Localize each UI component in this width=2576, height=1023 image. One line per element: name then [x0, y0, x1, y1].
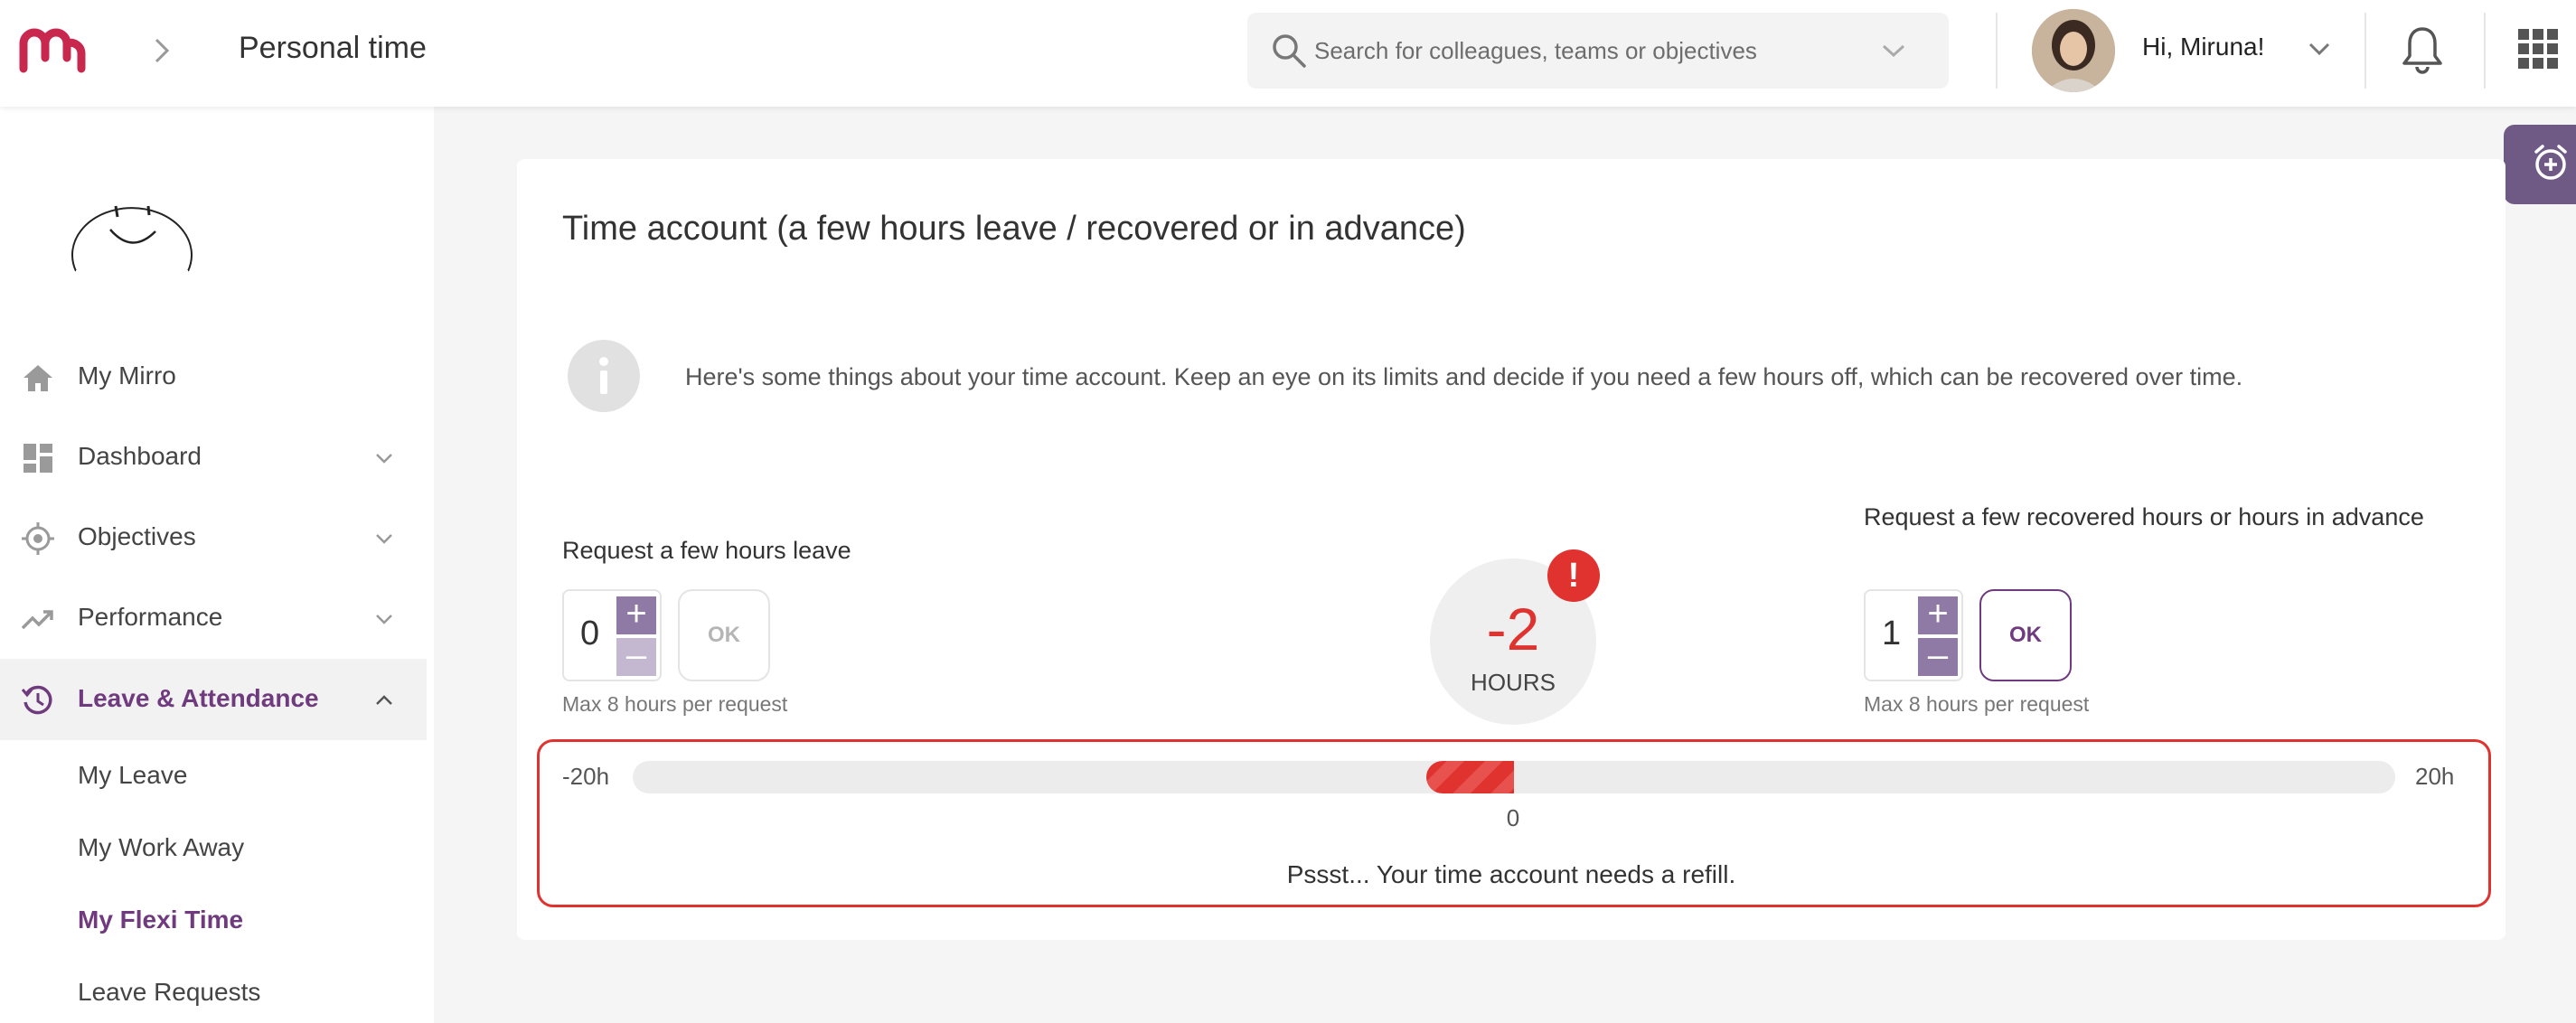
chevron-down-icon[interactable] [2307, 40, 2332, 58]
sidebar-item-label: Leave & Attendance [78, 684, 319, 712]
search-input[interactable] [1314, 31, 1857, 70]
stepper-value: 1 [1882, 615, 1902, 652]
chevron-up-icon [376, 695, 392, 705]
sidebar-item-label: Objectives [78, 522, 196, 550]
mirro-logo-icon[interactable] [18, 27, 87, 74]
card-title: Time account (a few hours leave / recove… [562, 210, 1466, 248]
sidebar-subitem-my-leave[interactable]: My Leave [78, 761, 187, 790]
chevron-down-icon [376, 454, 392, 464]
info-icon [568, 340, 640, 412]
company-logo [71, 205, 193, 272]
sidebar-item-objectives[interactable]: Objectives [0, 497, 427, 578]
sidebar-item-leave-attendance[interactable]: Leave & Attendance [0, 659, 427, 740]
chevron-down-icon [376, 615, 392, 624]
max-hours-hint: Max 8 hours per request [1864, 692, 2090, 716]
sidebar: My Mirro Dashboard Objectives Performanc [0, 107, 434, 1023]
range-max-label: 20h [2415, 763, 2455, 790]
increment-button[interactable]: + [616, 596, 656, 634]
balance-value: -2 [1486, 596, 1540, 662]
apps-grid-icon[interactable] [2518, 29, 2558, 69]
ok-button-leave[interactable]: OK [678, 589, 770, 681]
balance-fill [1425, 761, 1514, 793]
search-icon [1273, 34, 1306, 68]
stepper-value: 0 [580, 615, 600, 652]
range-zero-label: 0 [1506, 804, 1520, 831]
header-divider [1996, 13, 1998, 89]
time-account-card: Time account (a few hours leave / recove… [517, 159, 2505, 940]
chevron-right-icon [155, 38, 170, 63]
alert-icon: ! [1547, 549, 1600, 602]
avatar-photo [2032, 9, 2115, 92]
leave-hours-stepper[interactable]: 0 + – [562, 589, 662, 681]
search-bar[interactable] [1247, 13, 1949, 89]
sidebar-item-dashboard[interactable]: Dashboard [0, 417, 427, 498]
range-min-label: -20h [562, 763, 610, 790]
bell-icon[interactable] [2401, 23, 2444, 74]
page-title: Personal time [239, 31, 427, 65]
sidebar-item-performance[interactable]: Performance [0, 577, 427, 659]
info-text: Here's some things about your time accou… [685, 363, 2243, 390]
avatar[interactable] [2032, 9, 2115, 92]
sidebar-item-label: Performance [78, 603, 223, 631]
dashboard-icon [24, 444, 52, 473]
alarm-clock-add-icon [2534, 145, 2567, 180]
refill-message: Pssst... Your time account needs a refil… [1286, 860, 1736, 888]
increment-button[interactable]: + [1918, 596, 1958, 634]
balance-unit: HOURS [1471, 669, 1556, 696]
ok-button-recovered[interactable]: OK [1979, 589, 2072, 681]
sidebar-item-label: Dashboard [78, 442, 202, 470]
time-account-track [633, 761, 2395, 793]
home-icon [24, 365, 52, 391]
target-icon [22, 522, 54, 555]
history-icon [21, 685, 52, 715]
top-header: Personal time Hi, Miruna! [0, 0, 2576, 107]
quick-request-tab[interactable] [2504, 125, 2576, 204]
recovered-hours-stepper[interactable]: 1 + – [1864, 589, 1963, 681]
sidebar-item-my-mirro[interactable]: My Mirro [0, 336, 427, 418]
header-divider [2484, 13, 2486, 89]
max-hours-hint: Max 8 hours per request [562, 692, 788, 716]
request-leave-label: Request a few hours leave [562, 537, 851, 564]
chevron-down-icon[interactable] [1880, 42, 1907, 60]
user-greeting[interactable]: Hi, Miruna! [2142, 33, 2264, 61]
decrement-button[interactable]: – [616, 637, 656, 676]
sidebar-subitem-leave-requests[interactable]: Leave Requests [78, 978, 260, 1007]
sidebar-subitem-my-flexi-time[interactable]: My Flexi Time [78, 906, 243, 934]
trending-up-icon [21, 610, 53, 630]
header-divider [2364, 13, 2366, 89]
sidebar-subitem-my-work-away[interactable]: My Work Away [78, 833, 244, 862]
decrement-button[interactable]: – [1918, 637, 1958, 676]
sidebar-item-label: My Mirro [78, 361, 176, 389]
request-recovered-label: Request a few recovered hours or hours i… [1864, 503, 2424, 530]
chevron-down-icon [376, 534, 392, 544]
